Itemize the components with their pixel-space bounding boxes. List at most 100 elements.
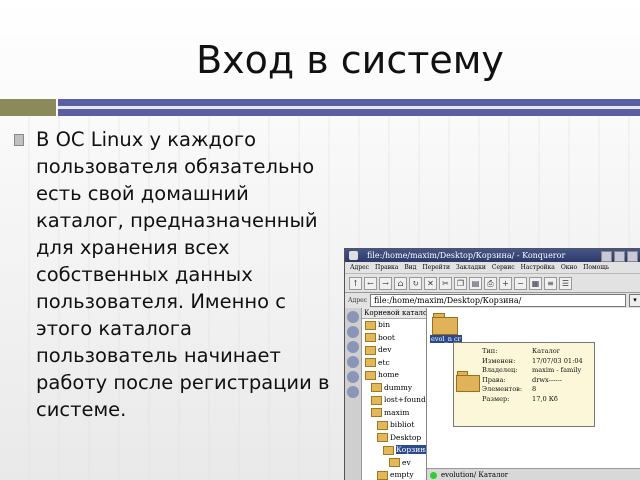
tree-item[interactable]: ev (362, 457, 426, 470)
tree-item-label: bibliot (390, 420, 415, 429)
sidebar-tab-media-icon[interactable] (347, 356, 359, 368)
folder-icon (365, 345, 376, 355)
detail-view-icon[interactable]: ☰ (559, 276, 572, 290)
folder-icon (365, 370, 376, 380)
tree-item[interactable]: boot (362, 332, 426, 345)
folder-icon (371, 408, 382, 417)
tree-item-label: lost+found (384, 395, 426, 404)
tooltip-key: Права: (482, 375, 506, 384)
folder-icon (365, 320, 376, 330)
menu-item[interactable]: Перейти (422, 262, 450, 273)
reload-icon[interactable]: ↻ (409, 276, 422, 290)
tree-item[interactable]: Desktop (362, 432, 426, 445)
tree-item[interactable]: maxim (362, 407, 426, 420)
tree-item-label: dummy (384, 382, 413, 392)
file-info-tooltip: Тип: Каталог Изменен: 17/07/03 01:04 Владеле… (453, 342, 595, 427)
tooltip-value: 8 (532, 385, 537, 394)
konqueror-window: file:/home/maxim/Desktop/Корзина/ - Konq… (344, 248, 640, 480)
tree-item-label: home (378, 370, 399, 379)
tooltip-row: Размер: 17,0 Кб (482, 395, 583, 405)
menu-item[interactable]: Помощь (583, 262, 609, 273)
tree-item[interactable]: home (362, 369, 426, 382)
slide-title: Вход в систему (196, 38, 504, 82)
maximize-icon[interactable] (614, 251, 625, 262)
menu-item[interactable]: Настройка (521, 262, 555, 273)
tooltip-value: drwx------ (532, 375, 562, 384)
icon-view-icon[interactable]: ▦ (529, 276, 542, 290)
close-icon[interactable] (627, 251, 638, 262)
menu-item[interactable]: Адрес (350, 262, 369, 273)
up-arrow-icon[interactable]: ↑ (349, 276, 362, 290)
folder-icon (389, 458, 400, 467)
tooltip-key: Элементов: (482, 385, 523, 394)
tree-item[interactable]: bin (362, 319, 426, 332)
sidebar-tab-network-icon[interactable] (347, 371, 359, 383)
tooltip-folder-icon (456, 370, 480, 392)
tree-item[interactable]: dev (362, 344, 426, 357)
folder-icon (371, 395, 382, 405)
menu-item[interactable]: Окно (561, 262, 577, 273)
zoom-out-icon[interactable]: − (514, 276, 527, 290)
dropdown-arrow-icon[interactable]: ▾ (629, 294, 640, 307)
sidebar-tab-bookmarks-icon[interactable] (347, 311, 359, 323)
tooltip-value: 17/07/03 01:04 (532, 356, 583, 365)
menu-item[interactable]: Правка (375, 262, 398, 273)
tooltip-row: Тип: Каталог (482, 347, 583, 357)
tree-item-label: empty (390, 470, 414, 479)
status-bar: evolution/ Каталог (427, 468, 640, 480)
tree-item-label: Корзина (396, 445, 426, 454)
print-icon[interactable]: ⎙ (484, 276, 497, 290)
tree-item[interactable]: bibliot (362, 419, 426, 432)
folder-icon (377, 433, 388, 442)
toolbar: ↑ ← → ⌂ ↻ ✕ ✂ ❐ ▤ ⎙ + − ▦ ≡ ☰ (345, 273, 640, 293)
tree-item[interactable]: lost+found (362, 394, 426, 407)
tree-item-label: dev (378, 345, 392, 354)
back-arrow-icon[interactable]: ← (364, 276, 377, 290)
file-view: evol_n cr Тип: Каталог Изменен: 17/07/03 01… (427, 308, 640, 468)
tooltip-value: 17,0 Кб (532, 394, 558, 403)
status-text: evolution/ Каталог (441, 471, 509, 479)
header-accent-bar-left (0, 99, 56, 116)
list-view-icon[interactable]: ≡ (544, 276, 557, 290)
window-titlebar[interactable]: file:/home/maxim/Desktop/Корзина/ - Konq… (345, 249, 640, 262)
folder-icon (377, 420, 388, 430)
copy-icon[interactable]: ❐ (454, 276, 467, 290)
slide: Вход в систему В ОС Linux у каждого поль… (0, 0, 640, 480)
tree-item[interactable]: etc (362, 357, 426, 370)
tree-item[interactable]: empty (362, 469, 426, 480)
tree-item-label: ev (402, 457, 411, 467)
tooltip-row: Права: drwx------ (482, 376, 583, 386)
tree-item[interactable]: Корзина (362, 444, 426, 457)
folder-icon (365, 333, 376, 342)
address-input[interactable]: file:/home/maxim/Desktop/Корзина/ (370, 294, 626, 307)
home-icon[interactable]: ⌂ (394, 276, 407, 290)
app-icon (349, 251, 358, 260)
minimize-icon[interactable] (601, 251, 612, 262)
sidebar-tabs (345, 308, 362, 480)
forward-arrow-icon[interactable]: → (379, 276, 392, 290)
menu-bar: Адрес Правка Вид Перейти Закладки Сервис Настр… (345, 262, 640, 273)
menu-item[interactable]: Вид (404, 262, 416, 273)
tooltip-value: maxim - family (532, 366, 582, 375)
address-bar: Адрес file:/home/maxim/Desktop/Корзина/ … (345, 293, 640, 309)
bullet-text: В ОС Linux у каждого пользователя обязат… (36, 128, 330, 421)
folder-icon[interactable] (432, 312, 458, 335)
tooltip-key: Изменен: (482, 356, 516, 365)
sidebar-tab-history-icon[interactable] (347, 326, 359, 338)
tree-item[interactable]: dummy (362, 382, 426, 395)
menu-item[interactable]: Закладки (456, 262, 486, 273)
tooltip-row: Владелец: maxim - family (482, 366, 583, 376)
tree-item-label: boot (378, 332, 395, 342)
sidebar-tab-home-icon[interactable] (347, 341, 359, 353)
menu-item[interactable]: Сервис (492, 262, 515, 273)
paste-icon[interactable]: ▤ (469, 276, 482, 290)
tooltip-key: Размер: (482, 394, 510, 403)
sidebar-tab-root-icon[interactable] (347, 386, 359, 398)
stop-icon[interactable]: ✕ (424, 276, 437, 290)
tree-item-label: bin (378, 320, 391, 329)
zoom-in-icon[interactable]: + (499, 276, 512, 290)
tree-item-label: Desktop (390, 432, 422, 442)
cut-icon[interactable]: ✂ (439, 276, 452, 290)
header-accent-bar-right (58, 99, 640, 116)
address-label: Адрес (348, 297, 367, 304)
